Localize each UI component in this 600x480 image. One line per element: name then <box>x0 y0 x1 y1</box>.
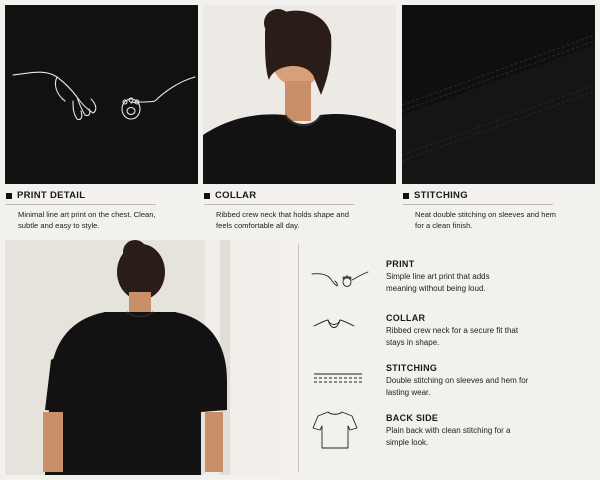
caption-stitching-desc: Neat double stitching on sleeves and hem… <box>415 210 556 230</box>
bullet-square-icon <box>6 192 12 199</box>
collar-photo <box>203 5 396 184</box>
print-detail-photo <box>5 5 198 184</box>
caption-stitching-title: STITCHING <box>403 190 468 201</box>
stitching-closeup <box>402 5 595 184</box>
feature-stitching-title: STITCHING <box>386 363 438 373</box>
caption-print-detail-desc: Minimal line art print on the chest. Cle… <box>18 210 156 230</box>
feature-print-desc: Simple line art print that adds meaning … <box>386 272 490 293</box>
caption-title-text: COLLAR <box>215 190 257 201</box>
feature-back-side-desc: Plain back with clean stitching for a si… <box>386 426 511 447</box>
hand-paw-print-art <box>12 71 196 121</box>
feature-print-title: PRINT <box>386 259 415 269</box>
bullet-square-icon <box>204 192 210 199</box>
caption-title-text: PRINT DETAIL <box>17 190 86 201</box>
back-view-photo <box>5 240 281 475</box>
feature-collar-desc: Ribbed crew neck for a secure fit that s… <box>386 326 519 347</box>
divider <box>403 204 553 205</box>
feature-collar-title: COLLAR <box>386 313 426 323</box>
divider <box>6 204 156 205</box>
collar-icon <box>312 316 356 336</box>
features-divider <box>298 244 299 472</box>
stitching-photo <box>402 5 595 184</box>
hand-paw-icon <box>310 266 370 290</box>
bullet-square-icon <box>403 192 409 199</box>
tshirt-back-icon <box>312 410 358 450</box>
model-collar-illustration <box>203 9 396 184</box>
divider <box>204 204 354 205</box>
caption-print-detail-title: PRINT DETAIL <box>6 190 85 201</box>
caption-title-text: STITCHING <box>414 190 468 201</box>
caption-collar-title: COLLAR <box>204 190 256 201</box>
model-back-illustration <box>43 240 281 475</box>
caption-collar-desc: Ribbed crew neck that holds shape and fe… <box>216 210 349 230</box>
stitch-icon <box>314 372 362 386</box>
feature-back-side-title: BACK SIDE <box>386 413 439 423</box>
feature-stitching-desc: Double stitching on sleeves and hem for … <box>386 376 529 397</box>
